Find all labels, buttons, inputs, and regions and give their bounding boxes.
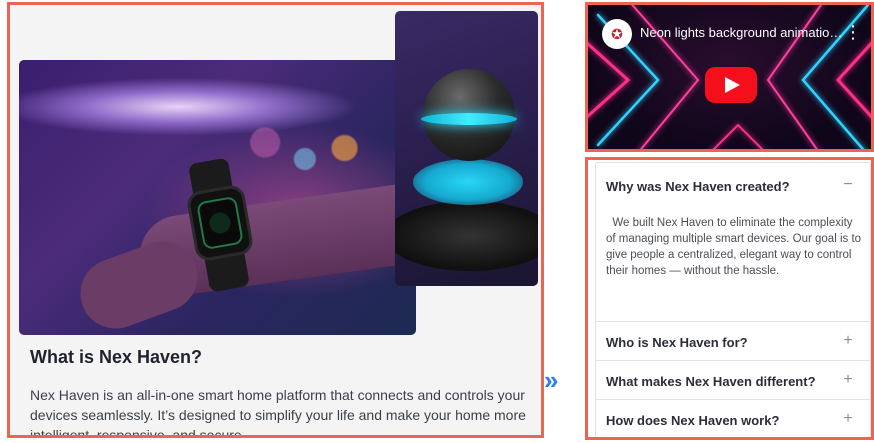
faq-accordion-panel: Why was Nex Haven created? − We built Ne…	[585, 157, 874, 440]
speaker-glow	[413, 159, 523, 205]
faq-item-who-for[interactable]: Who is Nex Haven for? +	[596, 322, 870, 361]
more-options-icon[interactable]: ⋮	[844, 21, 862, 43]
watch-face	[196, 195, 244, 251]
faq-question[interactable]: Who is Nex Haven for?	[606, 335, 748, 350]
double-chevron-right-icon: »	[544, 365, 558, 395]
video-thumbnail[interactable]: ✪ Neon lights background animatio… ⋮	[588, 5, 871, 149]
video-title[interactable]: Neon lights background animatio…	[640, 25, 845, 40]
faq-item-why-created[interactable]: Why was Nex Haven created? − We built Ne…	[596, 163, 870, 322]
faq-question[interactable]: How does Nex Haven work?	[606, 413, 779, 428]
expand-plus-icon[interactable]: +	[842, 410, 854, 428]
faq-answer-text: We built Nex Haven to eliminate the comp…	[606, 217, 862, 277]
section-title: What is Nex Haven?	[30, 347, 203, 367]
play-button[interactable]	[705, 67, 757, 103]
play-icon	[725, 77, 740, 93]
speaker-light-ring	[421, 113, 517, 125]
section-description: Nex Haven is an all-in-one smart home pl…	[30, 387, 526, 438]
faq-answer: We built Nex Haven to eliminate the comp…	[606, 215, 864, 279]
speaker-base	[395, 201, 538, 271]
collapse-minus-icon[interactable]: −	[842, 176, 854, 194]
left-content-panel: What is Nex Haven? Nex Haven is an all-i…	[7, 2, 544, 438]
faq-question[interactable]: Why was Nex Haven created?	[606, 179, 790, 194]
faq-item-how-works[interactable]: How does Nex Haven work? +	[596, 400, 870, 437]
faq-question[interactable]: What makes Nex Haven different?	[606, 374, 816, 389]
faq-accordion: Why was Nex Haven created? − We built Ne…	[595, 162, 871, 437]
smart-speaker-image	[395, 11, 538, 286]
youtube-video-embed[interactable]: ✪ Neon lights background animatio… ⋮	[585, 2, 874, 152]
channel-logo-icon[interactable]: ✪	[602, 19, 632, 49]
expand-plus-icon[interactable]: +	[842, 332, 854, 350]
expand-plus-icon[interactable]: +	[842, 371, 854, 389]
watch-body	[185, 183, 255, 263]
faq-item-what-different[interactable]: What makes Nex Haven different? +	[596, 361, 870, 400]
smartwatch-image	[19, 60, 416, 335]
